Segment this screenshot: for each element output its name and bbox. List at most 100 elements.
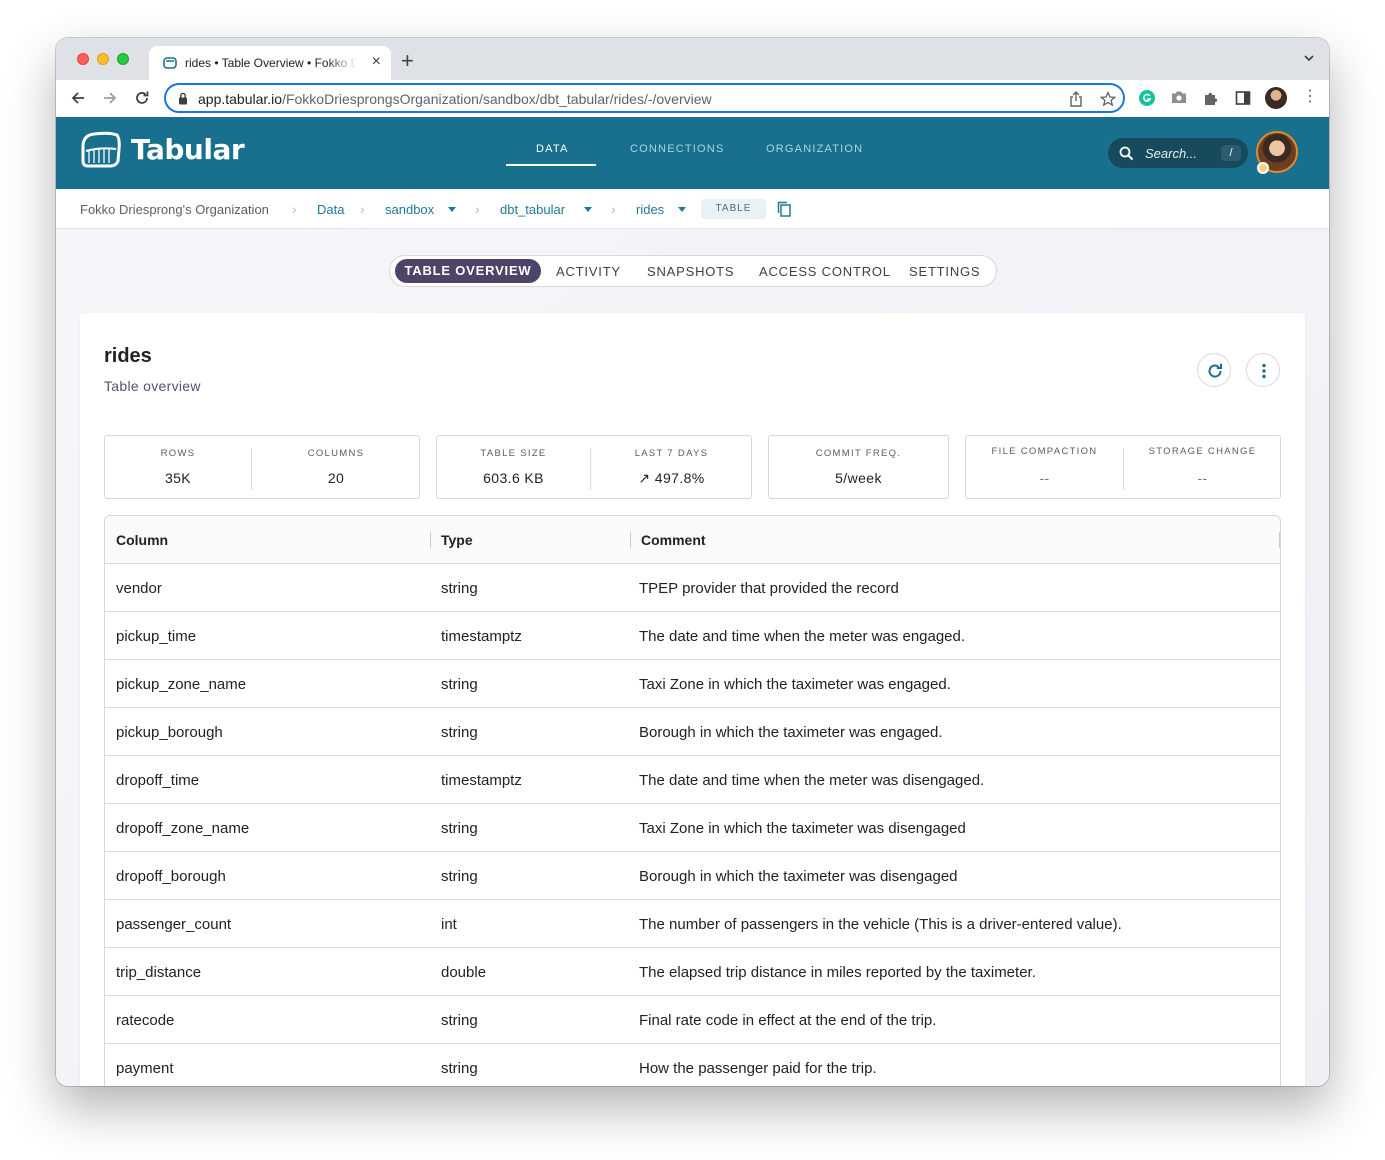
table-row[interactable]: dropoff_zone_name string Taxi Zone in wh… [105,804,1280,852]
table-row[interactable]: dropoff_borough string Borough in which … [105,852,1280,900]
extensions-puzzle-icon[interactable] [1203,90,1219,106]
stat-storage-value: -- [1197,470,1208,486]
table-row[interactable]: pickup_time timestamptz The date and tim… [105,612,1280,660]
breadcrumb-org[interactable]: Fokko Driesprong's Organization [80,202,269,217]
stat-box-compaction: FILE COMPACTION -- STORAGE CHANGE -- [965,435,1281,499]
header-column[interactable]: Column [116,532,168,548]
url-text: app.tabular.io/FokkoDriesprongsOrganizat… [198,91,712,107]
column-resize-handle[interactable] [430,532,431,548]
page-subtitle: Table overview [104,378,201,394]
caret-down-icon[interactable] [584,207,592,212]
stat-box-size: TABLE SIZE 603.6 KB LAST 7 DAYS ↗ 497.8% [436,435,752,499]
cell-comment: Final rate code in effect at the end of … [639,1012,937,1029]
cell-column-name: dropoff_zone_name [116,820,250,837]
table-row[interactable]: pickup_zone_name string Taxi Zone in whi… [105,660,1280,708]
breadcrumb-separator-icon: › [292,201,297,217]
side-panel-icon[interactable] [1235,90,1251,106]
cell-comment: TPEP provider that provided the record [639,580,899,597]
table-row[interactable]: dropoff_time timestamptz The date and ti… [105,756,1280,804]
cell-type: string [441,676,478,693]
grammarly-extension-icon[interactable] [1139,90,1155,106]
cell-column-name: dropoff_borough [116,868,226,885]
tab-access-control[interactable]: ACCESS CONTROL [759,264,891,279]
stat-size-value: 603.6 KB [483,470,544,486]
column-resize-handle[interactable] [1279,532,1280,548]
table-row[interactable]: pickup_borough string Borough in which t… [105,708,1280,756]
tabular-logo-icon[interactable] [80,131,122,169]
nav-data[interactable]: DATA [536,143,569,155]
browser-tab-active[interactable]: rides • Table Overview • Fokko Driespron… [149,46,391,80]
cell-comment: Taxi Zone in which the taximeter was eng… [639,676,951,693]
column-resize-handle[interactable] [630,532,631,548]
cell-comment: Taxi Zone in which the taximeter was dis… [639,820,966,837]
global-search-input[interactable]: Search... / [1108,138,1248,168]
schema-table: Column Type Comment vendor string TPEP p… [104,515,1281,1086]
chevron-down-icon[interactable] [1303,52,1315,64]
refresh-button[interactable] [1197,353,1231,387]
cell-comment: The date and time when the meter was eng… [639,628,966,645]
close-window-button[interactable] [77,53,89,65]
minimize-window-button[interactable] [97,53,109,65]
breadcrumb-separator-icon: › [360,201,365,217]
table-row[interactable]: ratecode string Final rate code in effec… [105,996,1280,1044]
search-icon [1119,146,1134,161]
tab-snapshots[interactable]: SNAPSHOTS [647,264,734,279]
close-tab-icon[interactable]: × [372,53,381,71]
maximize-window-button[interactable] [117,53,129,65]
cell-column-name: pickup_zone_name [116,676,247,693]
cell-type: string [441,868,478,885]
caret-down-icon[interactable] [448,207,456,212]
table-subtabs: TABLE OVERVIEW ACTIVITY SNAPSHOTS ACCESS… [389,255,997,287]
stat-commit-label: COMMIT FREQ. [815,448,902,459]
nav-active-indicator [506,164,596,166]
search-placeholder: Search... [1145,146,1198,161]
cell-column-name: trip_distance [116,964,202,981]
stat-last7-label: LAST 7 DAYS [634,448,709,459]
nav-organization[interactable]: ORGANIZATION [766,143,863,155]
browser-menu-icon[interactable]: ⋮ [1302,88,1318,106]
tab-table-overview[interactable]: TABLE OVERVIEW [395,259,541,283]
table-row[interactable]: vendor string TPEP provider that provide… [105,564,1280,612]
bookmark-star-icon[interactable] [1100,91,1116,107]
breadcrumb-table[interactable]: rides [636,202,664,217]
logo-wordmark[interactable]: Tabular [131,133,245,166]
stat-compaction-value: -- [1039,470,1050,486]
cell-type: string [441,580,478,597]
camera-extension-icon[interactable] [1171,90,1187,104]
back-arrow-icon[interactable] [70,90,86,106]
breadcrumb-sandbox[interactable]: sandbox [385,202,434,217]
breadcrumb-schema[interactable]: dbt_tabular [500,202,565,217]
tab-activity[interactable]: ACTIVITY [556,264,621,279]
nav-connections[interactable]: CONNECTIONS [630,143,724,155]
share-icon[interactable] [1069,91,1083,107]
main-content: TABLE OVERVIEW ACTIVITY SNAPSHOTS ACCESS… [56,229,1329,1086]
breadcrumb-data[interactable]: Data [317,202,344,217]
browser-profile-avatar[interactable] [1265,87,1287,109]
lock-icon [179,92,187,105]
url-path: /FokkoDriesprongsOrganization/sandbox/db… [282,91,712,107]
caret-down-icon[interactable] [678,207,686,212]
tab-settings[interactable]: SETTINGS [909,264,980,279]
cell-type: string [441,1012,478,1029]
forward-arrow-icon[interactable] [102,90,118,106]
cell-comment: The elapsed trip distance in miles repor… [639,964,1036,981]
copy-icon[interactable] [777,201,791,217]
table-row[interactable]: passenger_count int The number of passen… [105,900,1280,948]
more-vertical-icon [1262,363,1266,379]
cell-column-name: passenger_count [116,916,232,933]
page-title: rides [104,345,152,367]
browser-tab-title: rides • Table Overview • Fokko Driespron… [185,56,357,70]
table-type-badge: TABLE [701,199,766,219]
more-options-button[interactable] [1246,353,1280,387]
table-row[interactable]: trip_distance double The elapsed trip di… [105,948,1280,996]
table-row[interactable]: payment string How the passenger paid fo… [105,1044,1280,1086]
app-header: Tabular DATA CONNECTIONS ORGANIZATION Se… [56,117,1329,189]
address-bar[interactable]: app.tabular.io/FokkoDriesprongsOrganizat… [164,83,1125,113]
new-tab-icon[interactable]: + [401,49,414,73]
reload-icon[interactable] [134,90,150,106]
cell-column-name: pickup_time [116,628,197,645]
header-type[interactable]: Type [441,532,473,548]
stat-rows-value: 35K [164,470,192,486]
breadcrumb: Fokko Driesprong's Organization › Data ›… [56,189,1329,229]
header-comment[interactable]: Comment [641,532,706,548]
